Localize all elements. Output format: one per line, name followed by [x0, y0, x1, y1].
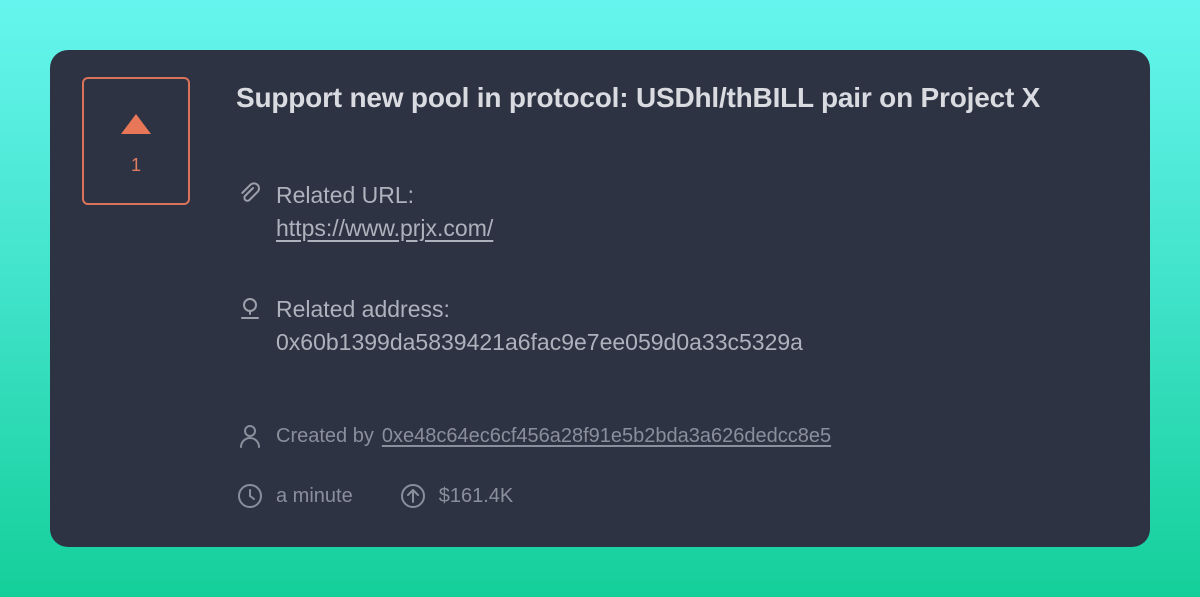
arrow-up-circle-icon — [400, 484, 425, 508]
related-url-section: Related URL: https://www.prjx.com/ — [236, 180, 493, 243]
creator-address-link[interactable]: 0xe48c64ec6cf456a28f91e5b2bda3a626dedcc8… — [382, 425, 831, 447]
time-ago-text: a minute — [276, 484, 353, 507]
upvote-button[interactable]: 1 — [82, 77, 190, 205]
related-address-label: Related address: — [276, 296, 450, 322]
amount-text: $161.4K — [438, 484, 514, 507]
time-ago: a minute — [236, 482, 353, 510]
proposal-meta: a minute $161.4K — [236, 482, 513, 510]
related-url-label: Related URL: — [276, 182, 415, 208]
created-by-label: Created by — [276, 425, 374, 447]
related-url-link[interactable]: https://www.prjx.com/ — [276, 215, 493, 241]
clock-icon — [238, 484, 262, 508]
created-by-section: Created by 0xe48c64ec6cf456a28f91e5b2bda3… — [236, 422, 831, 450]
proposal-title: Support new pool in protocol: USDhl/thBI… — [236, 82, 1041, 113]
paperclip-icon — [241, 182, 260, 202]
vote-count: 1 — [130, 155, 141, 175]
related-address-value: 0x60b1399da5839421a6fac9e7ee059d0a33c532… — [276, 329, 803, 355]
user-icon — [240, 425, 260, 448]
proposal-card: 1 Support new pool in protocol: USDhl/th… — [50, 50, 1150, 547]
amount: $161.4K — [399, 482, 514, 510]
location-pin-icon — [241, 298, 259, 319]
related-address-section: Related address: 0x60b1399da5839421a6fac… — [236, 294, 803, 357]
triangle-up-icon — [121, 114, 151, 134]
